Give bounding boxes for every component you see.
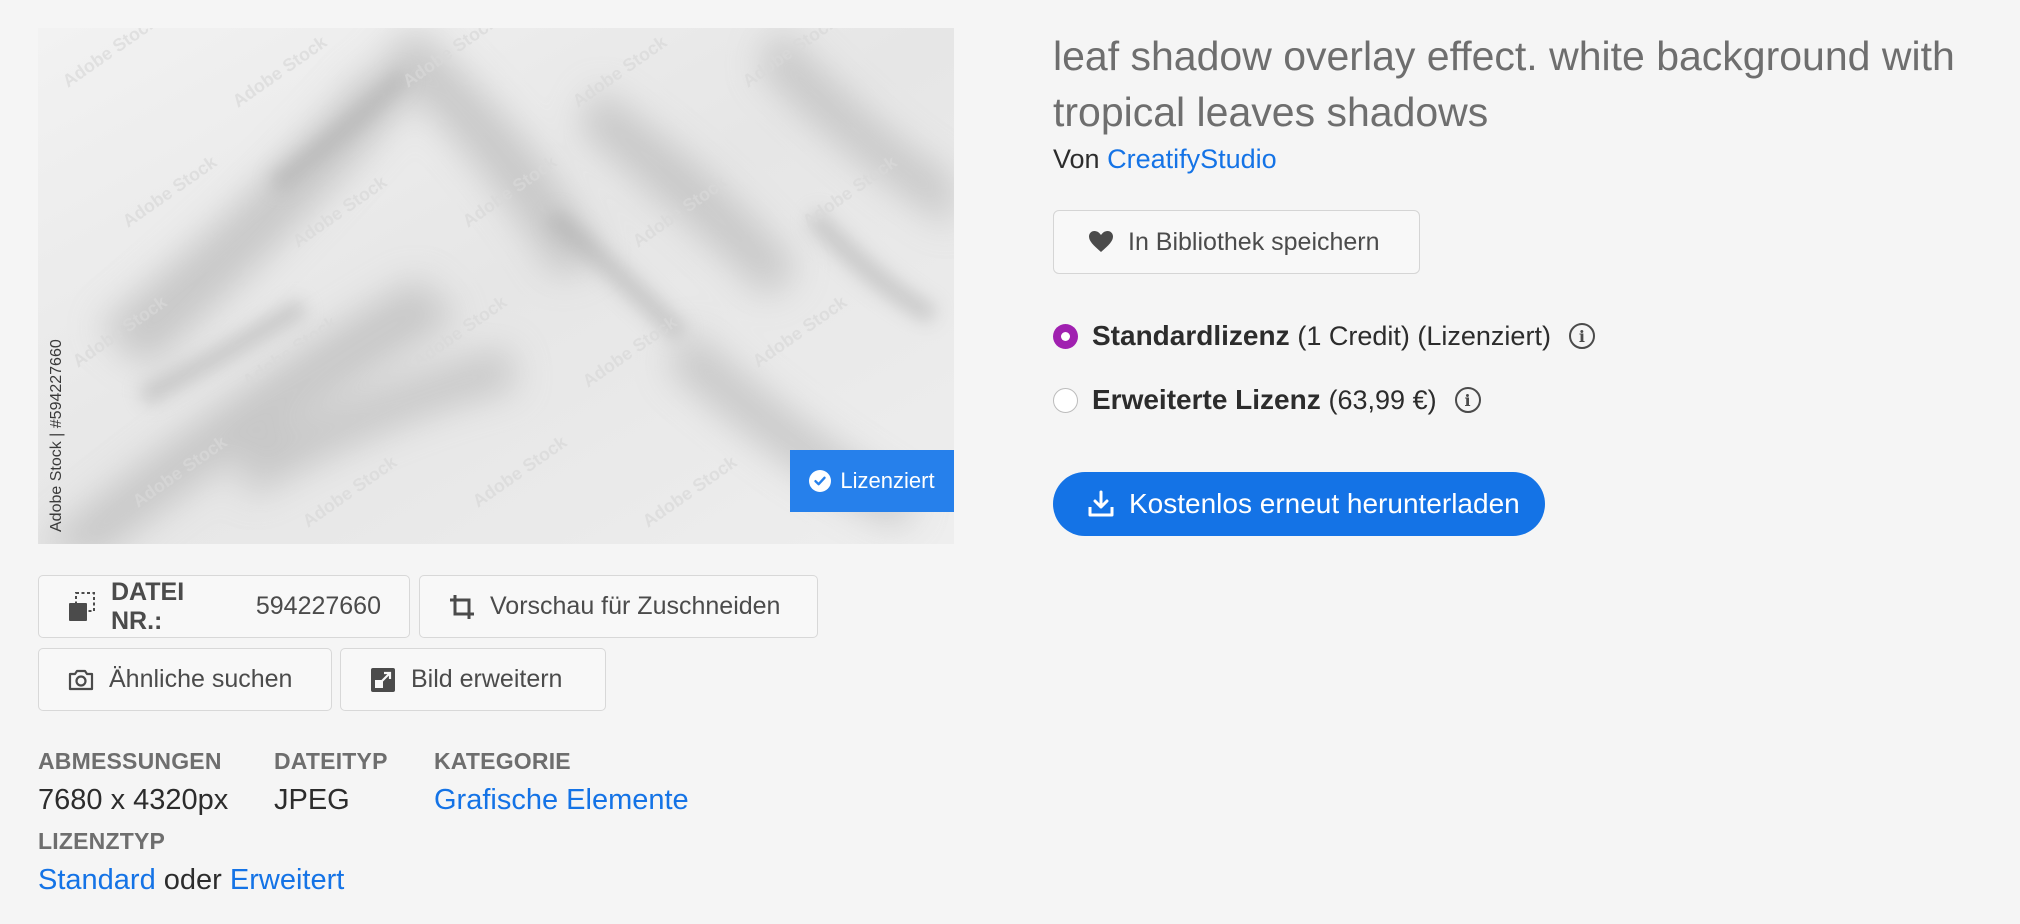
license-option-standard[interactable]: Standardlizenz (1 Credit) (Lizenziert) i	[1053, 320, 1595, 352]
radio-extended[interactable]	[1053, 387, 1078, 413]
asset-title: leaf shadow overlay effect. white backgr…	[1053, 33, 1955, 135]
heart-icon	[1089, 231, 1113, 252]
redownload-button[interactable]: Kostenlos erneut herunterladen	[1053, 472, 1545, 536]
filetype-value: JPEG	[274, 784, 350, 816]
expand-image-label: Bild erweitern	[411, 665, 563, 693]
asset-author-line: Von CreatifyStudio	[1053, 144, 1277, 175]
checkmark-icon	[809, 470, 832, 492]
license-or-text: oder	[163, 864, 222, 896]
find-similar-label: Ähnliche suchen	[109, 665, 293, 693]
author-link[interactable]: CreatifyStudio	[1107, 144, 1277, 174]
licensed-badge: Lizenziert	[790, 450, 954, 512]
license-option-detail: (63,99 €)	[1328, 385, 1437, 415]
file-number-label: DATEI NR.:	[111, 577, 185, 635]
info-icon[interactable]: i	[1454, 387, 1481, 413]
crop-preview-button[interactable]: Vorschau für Zuschneiden	[419, 575, 818, 638]
camera-icon	[68, 669, 94, 690]
license-option-detail: (1 Credit) (Lizenziert)	[1297, 321, 1551, 351]
crop-preview-label: Vorschau für Zuschneiden	[490, 592, 781, 620]
license-extended-link[interactable]: Erweitert	[230, 864, 344, 896]
category-label: KATEGORIE	[434, 748, 571, 774]
expand-image-icon	[371, 667, 395, 692]
category-link[interactable]: Grafische Elemente	[434, 784, 689, 817]
license-option-name: Erweiterte Lizenz	[1092, 384, 1321, 415]
filetype-label: DATEITYP	[274, 748, 388, 774]
file-number-button[interactable]: DATEI NR.: 594227660	[38, 575, 410, 638]
license-standard-link[interactable]: Standard	[38, 864, 156, 896]
crop-icon	[450, 594, 474, 619]
file-number-value: 594227660	[255, 592, 381, 620]
author-prefix: Von	[1053, 144, 1100, 174]
expand-image-button[interactable]: Bild erweitern	[340, 648, 606, 711]
redownload-label: Kostenlos erneut herunterladen	[1129, 488, 1520, 519]
radio-standard-selected[interactable]	[1053, 323, 1078, 349]
license-type-label: LIZENZTYP	[38, 828, 166, 854]
find-similar-button[interactable]: Ähnliche suchen	[38, 648, 332, 711]
save-to-library-label: In Bibliothek speichern	[1128, 227, 1380, 256]
info-icon[interactable]: i	[1568, 323, 1595, 349]
dimensions-label: ABMESSUNGEN	[38, 748, 222, 774]
download-icon	[1088, 490, 1114, 517]
asset-preview-image[interactable]: Adobe Stock Adobe Stock Adobe Stock Adob…	[38, 28, 954, 544]
licensed-badge-label: Lizenziert	[840, 468, 935, 493]
save-to-library-button[interactable]: In Bibliothek speichern	[1053, 210, 1420, 274]
license-option-extended[interactable]: Erweiterte Lizenz (63,99 €) i	[1053, 384, 1481, 416]
dimensions-value: 7680 x 4320px	[38, 784, 229, 816]
file-copy-icon	[69, 591, 95, 621]
image-credit-label: Adobe Stock | #594227660	[48, 339, 65, 532]
license-option-name: Standardlizenz	[1092, 320, 1290, 351]
license-type-value: Standard oder Erweitert	[38, 864, 344, 897]
